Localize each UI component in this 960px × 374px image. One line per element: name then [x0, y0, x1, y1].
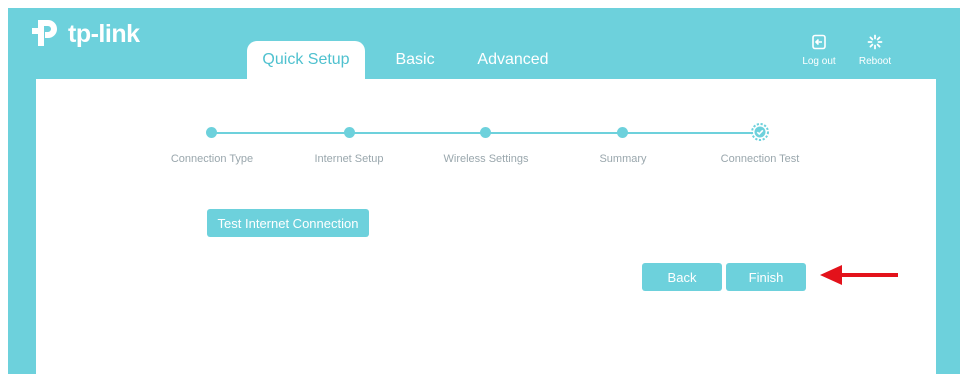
step-dot-wireless-settings — [480, 127, 491, 138]
finish-button[interactable]: Finish — [726, 263, 806, 291]
tab-quick-setup[interactable]: Quick Setup — [247, 41, 365, 79]
main-nav-tabs: Quick Setup Basic Advanced — [247, 41, 561, 79]
step-label-connection-type: Connection Type — [170, 153, 254, 165]
tab-basic[interactable]: Basic — [365, 41, 465, 79]
step-current-check-icon — [751, 123, 769, 141]
tp-link-logo-mark — [32, 20, 57, 46]
tab-advanced[interactable]: Advanced — [465, 41, 561, 79]
reboot-label: Reboot — [858, 56, 892, 67]
content-panel: Connection Type Internet Setup Wireless … — [36, 79, 936, 374]
logout-icon — [812, 34, 826, 50]
step-dot-connection-type — [206, 127, 217, 138]
step-label-wireless-settings: Wireless Settings — [443, 153, 529, 165]
step-label-connection-test: Connection Test — [720, 153, 800, 165]
brand-name: tp-link — [68, 19, 140, 48]
red-arrow-annotation-icon — [820, 265, 898, 285]
step-dot-summary — [617, 127, 628, 138]
logout-button[interactable]: Log out — [794, 34, 844, 67]
tp-link-logo: tp-link — [28, 14, 140, 54]
reboot-icon — [867, 34, 883, 50]
step-label-internet-setup: Internet Setup — [314, 153, 384, 165]
reboot-button[interactable]: Reboot — [850, 34, 900, 67]
test-internet-connection-button[interactable]: Test Internet Connection — [207, 209, 369, 237]
back-button[interactable]: Back — [642, 263, 722, 291]
step-dot-internet-setup — [344, 127, 355, 138]
step-label-summary: Summary — [599, 153, 647, 165]
logout-label: Log out — [802, 56, 836, 67]
setup-progress-stepper: Connection Type Internet Setup Wireless … — [36, 79, 936, 179]
